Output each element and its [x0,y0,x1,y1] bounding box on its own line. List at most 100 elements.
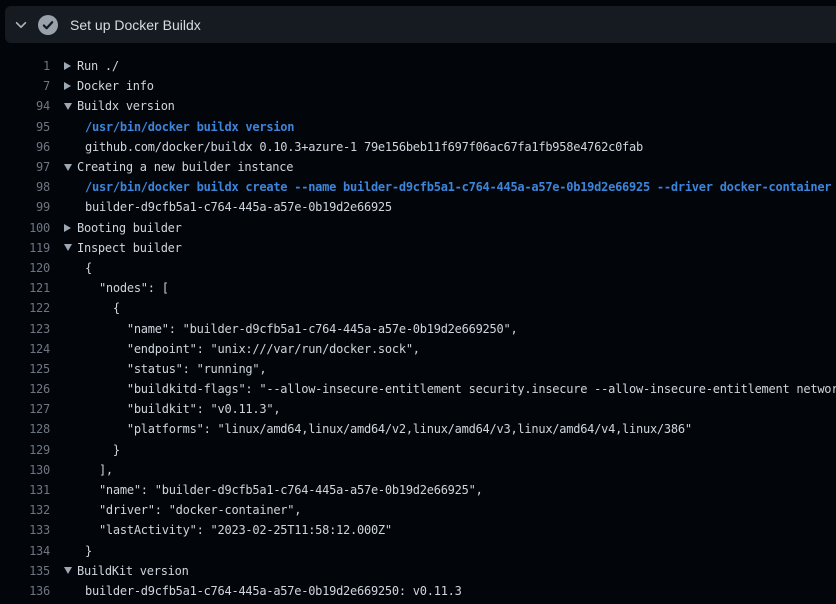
log-line: 7 Docker info [0,76,836,96]
log-line-body: /usr/bin/docker buildx version [64,120,294,134]
triangle-expanded-icon [64,567,77,574]
output-text: "name": "builder-d9cfb5a1-c764-445a-a57e… [85,322,517,336]
line-number[interactable]: 119 [0,241,50,255]
line-number[interactable]: 120 [0,261,50,275]
line-number[interactable]: 124 [0,342,50,356]
line-number[interactable]: 133 [0,523,50,537]
output-text: } [85,544,92,558]
group-title: BuildKit version [77,564,189,578]
output-text: "endpoint": "unix:///var/run/docker.sock… [85,342,420,356]
log-line-body: "driver": "docker-container", [64,503,301,517]
line-number[interactable]: 7 [0,79,50,93]
line-number[interactable]: 129 [0,443,50,457]
log-group-header[interactable]: Inspect builder [64,241,182,255]
chevron-down-icon[interactable] [14,18,28,32]
line-number[interactable]: 121 [0,281,50,295]
log-line: 130 ], [0,460,836,480]
triangle-collapsed-icon [64,62,77,70]
log-line-body: "platforms": "linux/amd64,linux/amd64/v2… [64,422,692,436]
log-line: 97 Creating a new builder instance [0,157,836,177]
log-line: 122 { [0,298,836,318]
command-text: /usr/bin/docker buildx version [85,120,294,134]
output-text: ], [85,463,113,477]
output-text: "driver": "docker-container", [85,503,301,517]
line-number[interactable]: 100 [0,221,50,235]
log-line-body: { [64,301,120,315]
line-number[interactable]: 126 [0,382,50,396]
log-group-header[interactable]: BuildKit version [64,564,189,578]
line-number[interactable]: 131 [0,483,50,497]
log-line-body: builder-d9cfb5a1-c764-445a-a57e-0b19d2e6… [64,200,392,214]
output-text: "lastActivity": "2023-02-25T11:58:12.000… [85,523,392,537]
log-line: 99 builder-d9cfb5a1-c764-445a-a57e-0b19d2… [0,197,836,217]
command-text: /usr/bin/docker buildx create --name bui… [85,180,831,194]
output-text: { [85,261,92,275]
output-text: "nodes": [ [85,281,169,295]
log-line: 119 Inspect builder [0,238,836,258]
line-number[interactable]: 132 [0,503,50,517]
triangle-expanded-icon [64,103,77,110]
line-number[interactable]: 134 [0,544,50,558]
line-number[interactable]: 97 [0,160,50,174]
log-line: 100 Booting builder [0,218,836,238]
group-title: Docker info [77,79,154,93]
check-circle-icon [38,15,58,35]
log-line-body: { [64,261,92,275]
line-number[interactable]: 99 [0,200,50,214]
log-line-body: "nodes": [ [64,281,169,295]
line-number[interactable]: 128 [0,422,50,436]
log-line-body: } [64,544,92,558]
log-line: 123 "name": "builder-d9cfb5a1-c764-445a-… [0,318,836,338]
log-line-body: "name": "builder-d9cfb5a1-c764-445a-a57e… [64,483,483,497]
log-line: 135 BuildKit version [0,561,836,581]
line-number[interactable]: 96 [0,140,50,154]
line-number[interactable]: 127 [0,402,50,416]
line-number[interactable]: 123 [0,322,50,336]
group-title: Run ./ [77,59,119,73]
output-text: "buildkitd-flags": "--allow-insecure-ent… [85,382,836,396]
output-text: builder-d9cfb5a1-c764-445a-a57e-0b19d2e6… [85,584,462,598]
line-number[interactable]: 122 [0,301,50,315]
step-header[interactable]: Set up Docker Buildx [5,6,836,43]
output-text: github.com/docker/buildx 0.10.3+azure-1 … [85,140,643,154]
log-line-body: github.com/docker/buildx 0.10.3+azure-1 … [64,140,643,154]
step-title: Set up Docker Buildx [70,17,201,33]
line-number[interactable]: 98 [0,180,50,194]
log-group-header[interactable]: Buildx version [64,99,175,113]
workflow-log: 1 Run ./ 7 Docker info 94 Buildx version 95/us… [0,43,836,601]
log-line-body: builder-d9cfb5a1-c764-445a-a57e-0b19d2e6… [64,584,462,598]
log-line-body: "endpoint": "unix:///var/run/docker.sock… [64,342,420,356]
triangle-expanded-icon [64,244,77,251]
line-number[interactable]: 95 [0,120,50,134]
log-line: 1 Run ./ [0,56,836,76]
log-line-body: /usr/bin/docker buildx create --name bui… [64,180,831,194]
log-line: 94 Buildx version [0,96,836,116]
line-number[interactable]: 94 [0,99,50,113]
log-group-header[interactable]: Docker info [64,79,154,93]
output-text: "status": "running", [85,362,266,376]
log-group-header[interactable]: Booting builder [64,221,182,235]
line-number[interactable]: 135 [0,564,50,578]
log-line: 120 { [0,258,836,278]
log-lines: 1 Run ./ 7 Docker info 94 Buildx version 95/us… [0,56,836,601]
log-line: 127 "buildkit": "v0.11.3", [0,399,836,419]
log-line: 129 } [0,440,836,460]
log-group-header[interactable]: Creating a new builder instance [64,160,293,174]
triangle-collapsed-icon [64,224,77,232]
log-line: 98/usr/bin/docker buildx create --name b… [0,177,836,197]
line-number[interactable]: 136 [0,584,50,598]
triangle-collapsed-icon [64,82,77,90]
log-line: 132 "driver": "docker-container", [0,500,836,520]
output-text: "buildkit": "v0.11.3", [85,402,280,416]
log-line: 124 "endpoint": "unix:///var/run/docker.… [0,339,836,359]
log-line: 128 "platforms": "linux/amd64,linux/amd6… [0,419,836,439]
log-line-body: "name": "builder-d9cfb5a1-c764-445a-a57e… [64,322,517,336]
line-number[interactable]: 130 [0,463,50,477]
output-text: "name": "builder-d9cfb5a1-c764-445a-a57e… [85,483,483,497]
log-line: 133 "lastActivity": "2023-02-25T11:58:12… [0,520,836,540]
group-title: Buildx version [77,99,175,113]
line-number[interactable]: 1 [0,59,50,73]
line-number[interactable]: 125 [0,362,50,376]
log-line: 125 "status": "running", [0,359,836,379]
log-group-header[interactable]: Run ./ [64,59,119,73]
